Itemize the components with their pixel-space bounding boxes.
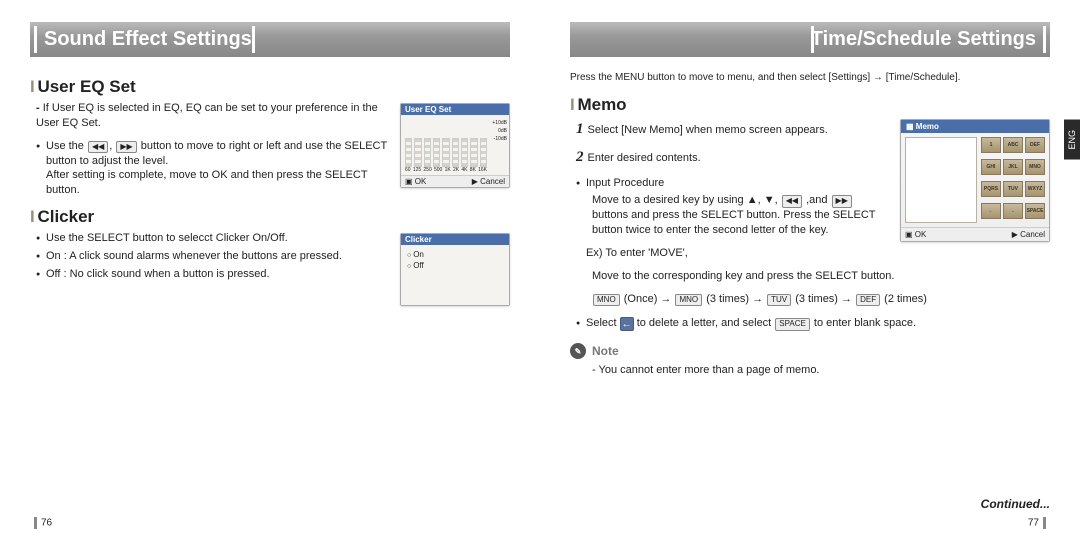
clicker-option-on: On [405, 249, 505, 260]
page-number-right: 77 [1028, 517, 1050, 529]
clicker-screen-title: Clicker [401, 234, 509, 245]
language-tab: ENG [1064, 120, 1080, 160]
content-left: User EQ Set If User EQ is selected in EQ… [30, 71, 510, 529]
clicker-bullet-3: Off : No click sound when a button is pr… [36, 267, 388, 282]
pencil-icon: ✎ [570, 343, 586, 359]
note-text: - You cannot enter more than a page of m… [592, 363, 1050, 378]
section-user-eq-title: User EQ Set [30, 77, 510, 97]
memo-ok: ▣ OK [905, 230, 926, 239]
page-number-left: 76 [30, 517, 52, 529]
clicker-bullet-1: Use the SELECT button to selecct Clicker… [36, 231, 388, 246]
content-right: Press the MENU button to move to menu, a… [570, 71, 1050, 529]
clicker-screen: Clicker On Off [400, 233, 510, 306]
eq-ok: ▣ OK [405, 177, 426, 186]
input-procedure-label: Input Procedure [576, 176, 1050, 191]
user-eq-bullet-1: Use the ◀◀, ▶▶ button to move to right o… [36, 139, 388, 198]
section-clicker-title: Clicker [30, 207, 510, 227]
clicker-option-off: Off [405, 260, 505, 271]
user-eq-screen-title: User EQ Set [401, 104, 509, 115]
example-label: Ex) To enter 'MOVE', [586, 246, 1050, 261]
forward-icon: ▶▶ [116, 141, 136, 154]
example-sequence: MNO (Once) → MNO (3 times) → TUV (3 time… [592, 292, 1050, 307]
user-eq-screen: User EQ Set +10dB 0dB -10dB [400, 103, 510, 188]
page-left: Sound Effect Settings User EQ Set If Use… [0, 0, 540, 539]
back-icon: ← [620, 317, 634, 331]
example-instruction: Move to the corresponding key and press … [592, 269, 1050, 284]
continued-label: Continued... [981, 497, 1050, 511]
clicker-bullet-2: On : A click sound alarms whenever the b… [36, 249, 388, 264]
delete-space-instruction: Select ← to delete a letter, and select … [576, 316, 1050, 331]
forward-icon: ▶▶ [832, 195, 852, 208]
section-memo-title: Memo [570, 95, 1050, 115]
memo-cancel: ▶ Cancel [1012, 230, 1045, 239]
space-key: SPACE [775, 318, 810, 331]
top-instruction: Press the MENU button to move to menu, a… [570, 71, 1050, 85]
memo-screen-title: ▦ Memo [901, 120, 1049, 133]
header-time-schedule: Time/Schedule Settings [570, 22, 1050, 57]
header-sound-effect: Sound Effect Settings [30, 22, 510, 57]
rewind-icon: ◀◀ [88, 141, 108, 154]
user-eq-intro: If User EQ is selected in EQ, EQ can be … [36, 101, 388, 131]
note-heading: ✎ Note [570, 343, 1050, 359]
page-right: Time/Schedule Settings ENG Press the MEN… [540, 0, 1080, 539]
eq-cancel: ▶ Cancel [472, 177, 505, 186]
rewind-icon: ◀◀ [782, 195, 802, 208]
